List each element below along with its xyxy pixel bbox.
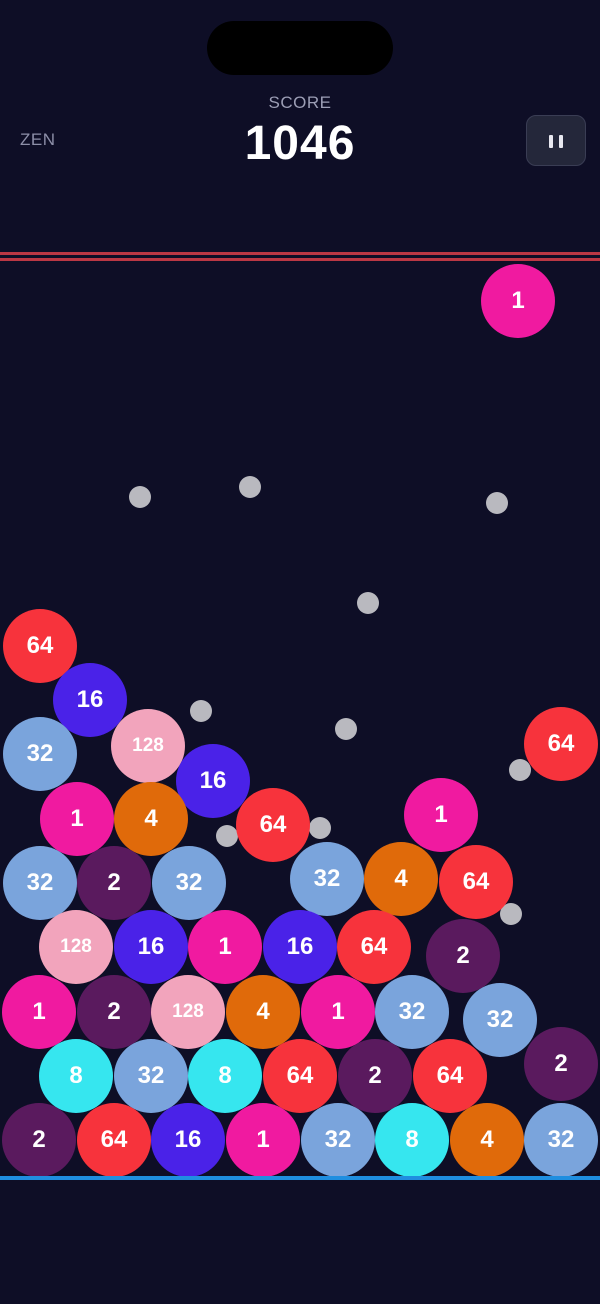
peg: [335, 718, 357, 740]
ball-value: 16: [286, 933, 314, 960]
ball-value: 2: [107, 869, 121, 896]
number-ball: 16: [151, 1103, 225, 1177]
ball-value: 64: [547, 730, 575, 757]
ball-value: 32: [26, 740, 54, 767]
ball-value: 16: [76, 686, 104, 713]
ball-value: 32: [547, 1126, 575, 1153]
ball-value: 1: [256, 1126, 270, 1153]
floor-line: [0, 1176, 600, 1180]
peg: [486, 492, 508, 514]
ball-value: 64: [26, 632, 54, 659]
number-ball: 32: [114, 1039, 188, 1113]
number-ball: 4: [114, 782, 188, 856]
peg: [357, 592, 379, 614]
number-ball: 4: [364, 842, 438, 916]
ball-value: 64: [360, 933, 388, 960]
ball-value: 1: [434, 801, 448, 828]
number-ball: 4: [226, 975, 300, 1049]
ball-value: 32: [313, 865, 341, 892]
ball-value: 16: [199, 767, 227, 794]
ball-value: 32: [26, 869, 54, 896]
number-ball: 32: [290, 842, 364, 916]
number-ball: 32: [3, 846, 77, 920]
number-ball: 128: [39, 910, 113, 984]
number-ball: 8: [39, 1039, 113, 1113]
number-ball: 2: [77, 975, 151, 1049]
ball-value: 2: [554, 1050, 568, 1077]
ball-value: 128: [132, 735, 164, 756]
ball-value: 32: [137, 1062, 165, 1089]
ball-value: 8: [69, 1062, 83, 1089]
ball-value: 1: [32, 998, 46, 1025]
ball-value: 1: [218, 933, 232, 960]
peg: [190, 700, 212, 722]
number-ball: 64: [337, 910, 411, 984]
number-ball: 1: [226, 1103, 300, 1177]
number-ball: 64: [236, 788, 310, 862]
ball-value: 1: [70, 805, 84, 832]
active-drop-ball[interactable]: 1: [481, 264, 555, 338]
number-ball: 1: [301, 975, 375, 1049]
ball-value: 32: [175, 869, 203, 896]
ball-value: 4: [480, 1126, 494, 1153]
peg: [509, 759, 531, 781]
ball-value: 2: [456, 942, 470, 969]
number-ball: 64: [524, 707, 598, 781]
ball-value: 1: [331, 998, 345, 1025]
ball-value: 64: [259, 811, 287, 838]
number-ball: 64: [77, 1103, 151, 1177]
number-ball: 128: [111, 709, 185, 783]
number-ball: 2: [2, 1103, 76, 1177]
ball-value: 16: [174, 1126, 202, 1153]
number-ball: 2: [426, 919, 500, 993]
number-ball: 2: [338, 1039, 412, 1113]
ball-value: 16: [137, 933, 165, 960]
peg: [309, 817, 331, 839]
ball-value: 32: [398, 998, 426, 1025]
ball-value: 64: [100, 1126, 128, 1153]
number-ball: 32: [152, 846, 226, 920]
number-ball: 64: [439, 845, 513, 919]
ball-value: 32: [486, 1006, 514, 1033]
game-board[interactable]: 64 16 32 128 16 1 4 64 1 32 2 32 32 4 64 128 16 1 16 64 2 1 2 1…: [0, 0, 600, 1304]
ball-value: 64: [286, 1062, 314, 1089]
ball-value: 4: [144, 805, 158, 832]
number-ball: 64: [263, 1039, 337, 1113]
ball-value: 2: [107, 998, 121, 1025]
number-ball: 4: [450, 1103, 524, 1177]
number-ball: 1: [188, 910, 262, 984]
number-ball: 8: [188, 1039, 262, 1113]
number-ball: 32: [3, 717, 77, 791]
number-ball: 1: [40, 782, 114, 856]
ball-value: 4: [394, 865, 408, 892]
number-ball: 32: [301, 1103, 375, 1177]
ball-value: 128: [172, 1001, 204, 1022]
ball-value: 4: [256, 998, 270, 1025]
number-ball: 64: [413, 1039, 487, 1113]
ball-value: 32: [324, 1126, 352, 1153]
ball-value: 64: [462, 868, 490, 895]
ball-value: 2: [32, 1126, 46, 1153]
number-ball: 1: [404, 778, 478, 852]
peg: [216, 825, 238, 847]
ball-value: 8: [218, 1062, 232, 1089]
number-ball: 16: [176, 744, 250, 818]
ball-value: 8: [405, 1126, 419, 1153]
number-ball: 16: [263, 910, 337, 984]
number-ball: 1: [2, 975, 76, 1049]
number-ball: 2: [524, 1027, 598, 1101]
number-ball: 32: [375, 975, 449, 1049]
peg: [129, 486, 151, 508]
number-ball: 32: [463, 983, 537, 1057]
ball-value: 128: [60, 936, 92, 957]
ball-value: 2: [368, 1062, 382, 1089]
number-ball: 32: [524, 1103, 598, 1177]
number-ball: 16: [114, 910, 188, 984]
number-ball: 8: [375, 1103, 449, 1177]
ball-value: 64: [436, 1062, 464, 1089]
peg: [239, 476, 261, 498]
number-ball: 128: [151, 975, 225, 1049]
number-ball: 2: [77, 846, 151, 920]
ball-value: 1: [511, 287, 525, 314]
